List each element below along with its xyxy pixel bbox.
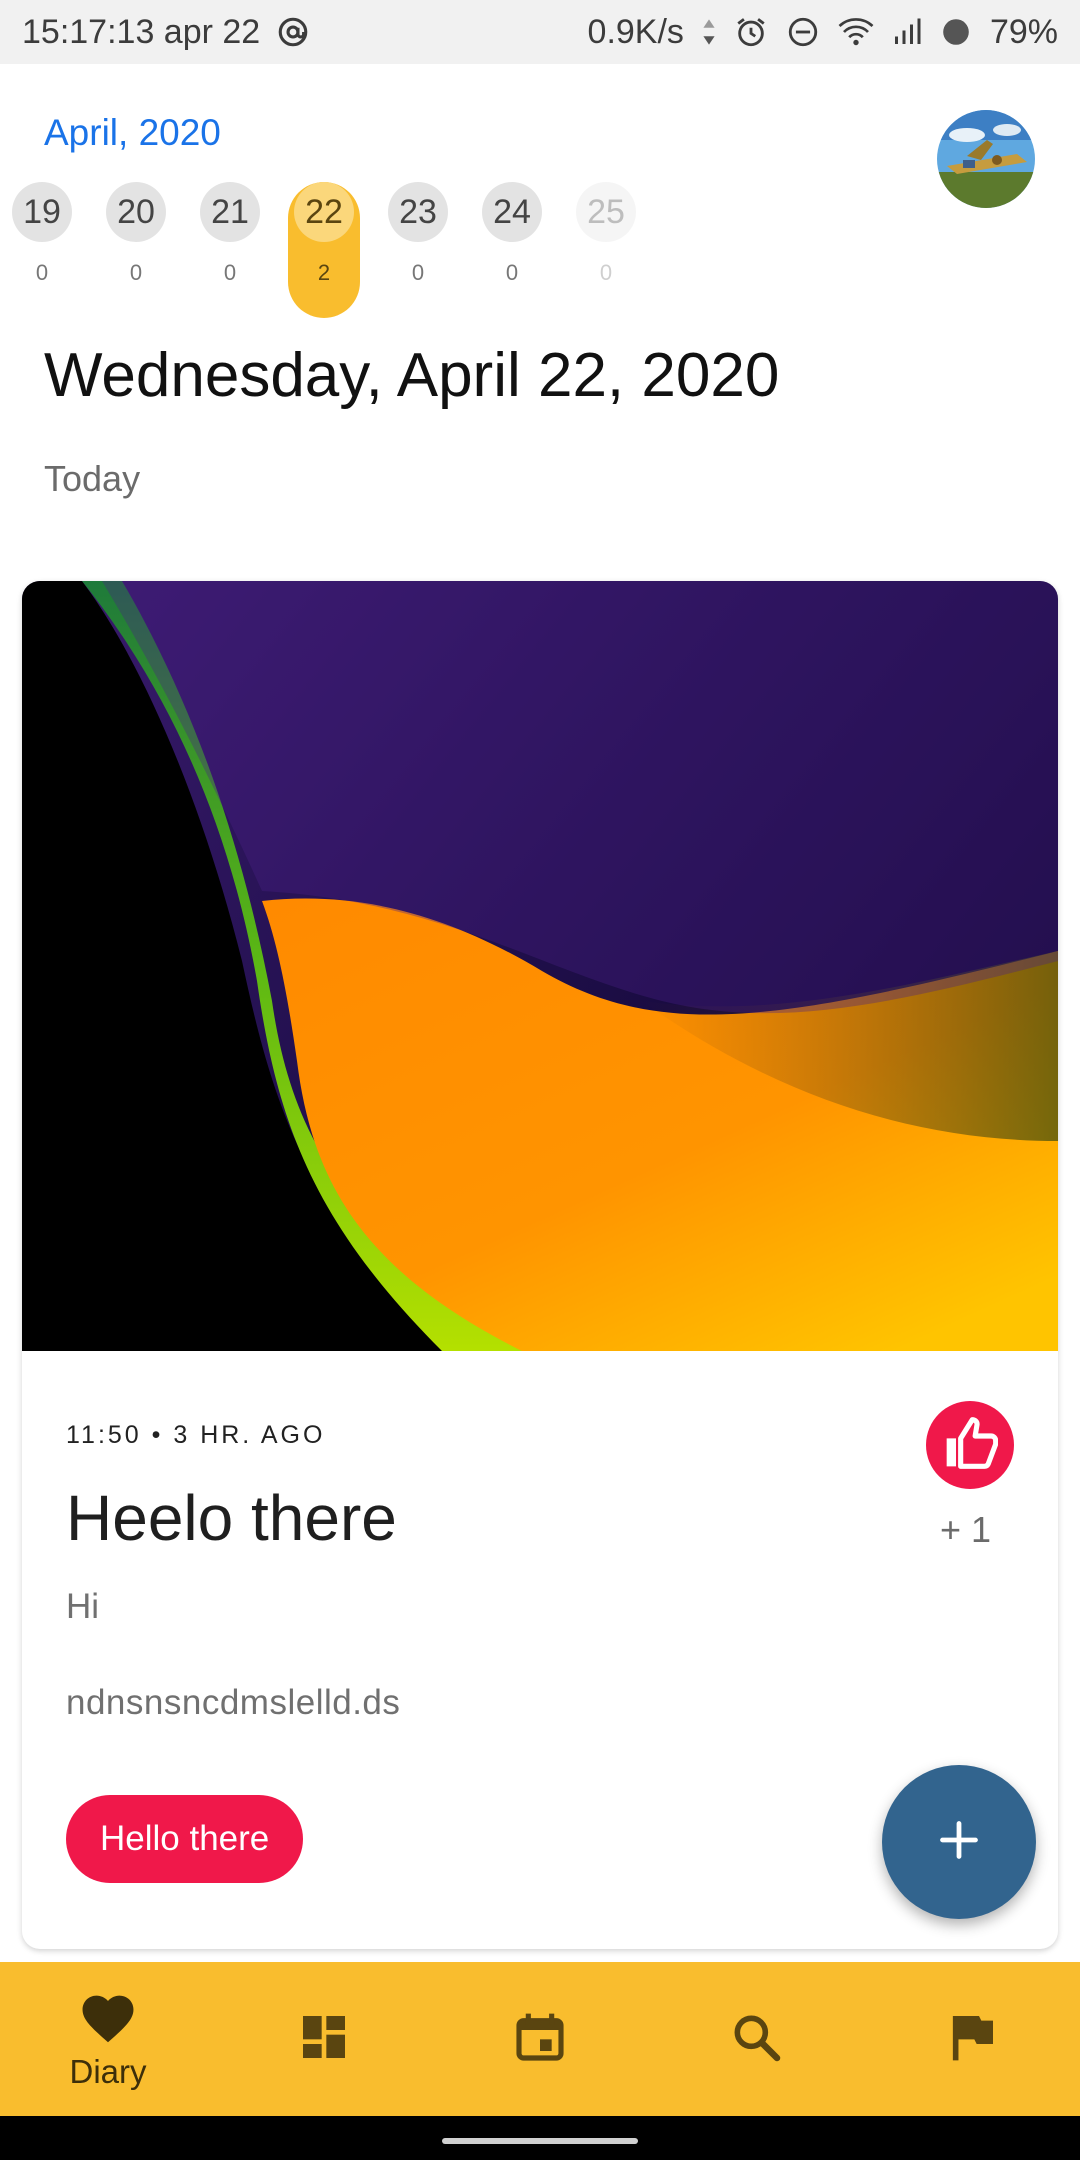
nav-flag[interactable]	[864, 1962, 1080, 2116]
heart-icon	[77, 1988, 139, 2049]
network-speed: 0.9K/s	[587, 12, 684, 51]
bottom-navigation: Diary	[0, 1962, 1080, 2116]
like-button[interactable]	[926, 1401, 1014, 1489]
battery-level: 79%	[989, 12, 1058, 51]
home-gesture-handle[interactable]	[442, 2138, 638, 2144]
day-entry-count: 0	[223, 260, 237, 285]
profile-avatar[interactable]	[937, 110, 1035, 208]
entry-cover-image	[22, 581, 1058, 1351]
date-title: Wednesday, April 22, 2020	[44, 341, 780, 410]
date-subtitle: Today	[44, 458, 141, 499]
day-19[interactable]: 19 0	[6, 178, 78, 312]
tag-chip[interactable]: Hello there	[66, 1795, 304, 1883]
nav-diary[interactable]: Diary	[0, 1962, 216, 2116]
day-entry-count: 2	[317, 260, 331, 285]
like-count: + 1	[940, 1509, 992, 1550]
add-entry-button[interactable]	[882, 1765, 1036, 1919]
day-number: 19	[12, 182, 72, 242]
day-entry-count: 0	[35, 260, 49, 285]
day-number: 20	[106, 182, 166, 242]
day-entry-count: 0	[599, 260, 613, 285]
day-entry-count: 0	[411, 260, 425, 285]
battery-icon	[940, 16, 972, 48]
nav-calendar[interactable]	[432, 1962, 648, 2116]
plus-icon	[937, 1818, 981, 1867]
day-24[interactable]: 24 0	[476, 178, 548, 312]
entry-timestamp: 11:50 • 3 HR. AGO	[66, 1421, 326, 1449]
wifi-icon	[838, 16, 874, 48]
day-entry-count: 0	[505, 260, 519, 285]
do-not-disturb-icon	[786, 15, 820, 49]
thumbs-up-icon	[942, 1415, 999, 1476]
entry-body-line: ndnsnsncdmslelld.ds	[66, 1683, 401, 1722]
data-arrows-icon	[702, 18, 716, 46]
diary-entry-card[interactable]: 11:50 • 3 HR. AGO Heelo there Hi ndnsnsn…	[22, 581, 1058, 1949]
at-sign-icon	[276, 15, 310, 49]
calendar-icon	[512, 2009, 568, 2070]
day-25[interactable]: 25 0	[570, 178, 642, 312]
day-number: 23	[388, 182, 448, 242]
screen: 15:17:13 apr 22 0.9K/s 79% April, 2020 1…	[0, 0, 1080, 2160]
entry-title: Heelo there	[66, 1482, 397, 1554]
month-label[interactable]: April, 2020	[44, 112, 221, 154]
day-21[interactable]: 21 0	[194, 178, 266, 312]
status-bar: 15:17:13 apr 22 0.9K/s 79%	[0, 0, 1080, 64]
day-entry-count: 0	[129, 260, 143, 285]
day-22-selected[interactable]: 22 2	[288, 182, 360, 318]
entry-body-line: Hi	[66, 1587, 100, 1626]
day-23[interactable]: 23 0	[382, 178, 454, 312]
signal-icon	[892, 17, 922, 47]
dashboard-icon	[296, 2009, 352, 2070]
day-number: 24	[482, 182, 542, 242]
nav-search[interactable]	[648, 1962, 864, 2116]
nav-label: Diary	[69, 2052, 147, 2090]
search-icon	[728, 2009, 784, 2070]
day-20[interactable]: 20 0	[100, 178, 172, 312]
day-number: 22	[294, 182, 354, 242]
day-strip: 19 0 20 0 21 0 22 2 23 0 24 0 25 0	[0, 178, 700, 318]
flag-icon	[944, 2009, 1000, 2070]
status-time: 15:17:13 apr 22	[22, 12, 261, 51]
day-number: 25	[576, 182, 636, 242]
nav-dashboard[interactable]	[216, 1962, 432, 2116]
day-number: 21	[200, 182, 260, 242]
alarm-icon	[734, 15, 768, 49]
